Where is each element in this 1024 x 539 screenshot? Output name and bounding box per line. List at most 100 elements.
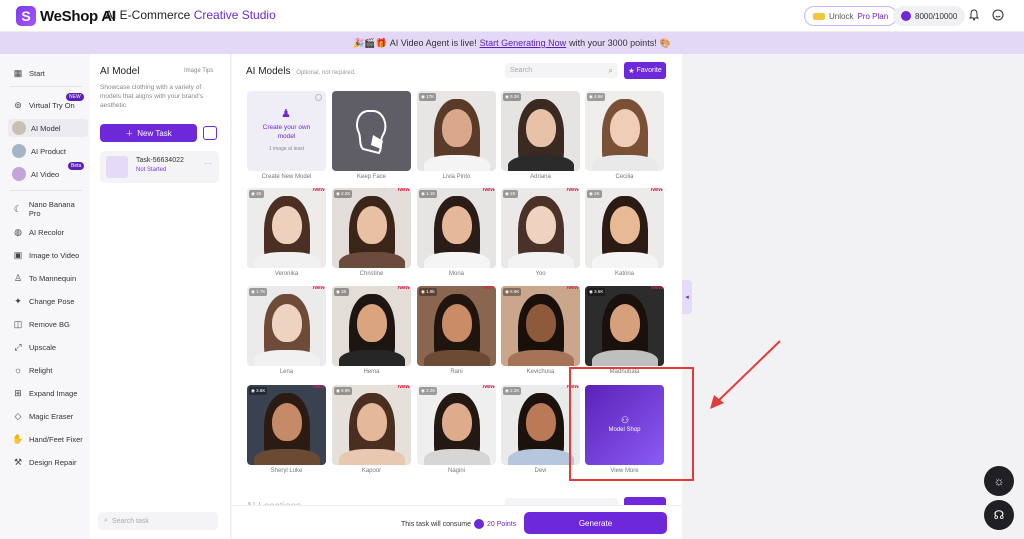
usage-count: ◉ 6.9K	[334, 387, 353, 395]
nav-image-to-video[interactable]: ▣ Image to Video	[8, 246, 88, 264]
star-icon: ★	[628, 67, 635, 75]
model-name: Cecilia	[615, 174, 634, 180]
nav-relight[interactable]: ☼ Relight	[8, 361, 88, 379]
nav-ai-model[interactable]: AI Model	[8, 119, 88, 137]
model-card[interactable]: ◉ 3.6K New	[585, 286, 664, 366]
usage-count: ◉ 3K	[334, 288, 349, 296]
banner-link[interactable]: Start Generating Now	[480, 38, 567, 48]
hanger-icon: ⊚	[14, 99, 22, 110]
model-search-input[interactable]: Search ⌕	[505, 63, 618, 78]
upscale-icon: ⤢	[14, 341, 22, 352]
usage-count: ◉ 1.9k	[419, 288, 437, 296]
model-face	[609, 205, 640, 244]
model-body	[591, 252, 658, 268]
model-card[interactable]: ◉ 4.6K	[585, 91, 664, 171]
create-model-card[interactable]: ♟ Create your own model 1 image at least	[247, 91, 326, 171]
search-icon: ⌕	[104, 517, 108, 524]
model-body	[507, 350, 574, 366]
image-tips-link[interactable]: Image Tips	[184, 68, 213, 74]
model-card[interactable]: ◉ 3.6K New	[247, 385, 326, 465]
nav-change-pose[interactable]: ✦ Change Pose	[8, 292, 88, 310]
generate-button[interactable]: Generate	[524, 512, 667, 534]
nav-remove-bg[interactable]: ◫ Remove BG	[8, 315, 88, 333]
usage-count: ◉ 2.2K	[334, 190, 353, 198]
right-area	[682, 54, 1024, 539]
nav-nano-banana[interactable]: ☾ Nano Banana Pro	[8, 200, 88, 218]
points-balance[interactable]: 8000/10000	[893, 6, 966, 26]
model-card[interactable]: ◉ 3K New	[247, 188, 326, 268]
task-card[interactable]: Task-56634022 Not Started ···	[100, 151, 219, 183]
panel-title: AI Model	[100, 66, 140, 77]
collapse-panel-icon[interactable]: ◂	[682, 280, 692, 314]
model-face	[356, 205, 387, 244]
model-body	[338, 350, 405, 366]
model-face	[356, 303, 387, 342]
nav-hand-feet-fixer[interactable]: ✋ Hand/Feet Fixer	[8, 430, 88, 448]
panel-description: Showcase clothing with a variety of mode…	[100, 84, 204, 109]
model-card[interactable]: ◉ 1.7K New	[247, 286, 326, 366]
model-body	[253, 449, 320, 465]
new-badge: New	[650, 286, 663, 291]
model-face	[271, 402, 302, 441]
banana-icon: ☾	[13, 203, 22, 214]
highlight-box	[569, 367, 694, 481]
usage-count: ◉ 1.1K	[419, 190, 438, 198]
eraser-icon: ◇	[14, 410, 22, 421]
create-model-subtext: 1 image at least	[268, 146, 305, 152]
model-card[interactable]: ◉ 6.9K New	[501, 286, 580, 366]
usage-count: ◉ 3.6K	[249, 387, 268, 395]
bell-icon[interactable]	[968, 9, 980, 21]
model-card[interactable]: ◉ 3K New	[332, 286, 411, 366]
mannequin-icon: ♙	[13, 272, 23, 283]
task-name: Task-56634022	[136, 157, 184, 164]
model-card[interactable]: ◉ 1.9k New	[417, 286, 496, 366]
logo[interactable]: S WeShop AI	[16, 6, 116, 26]
usage-count: ◉ 2.2K	[419, 387, 438, 395]
model-card[interactable]: ◉ 2.2K New	[417, 385, 496, 465]
usage-count: ◉ 2K	[587, 190, 602, 198]
nav-magic-eraser[interactable]: ◇ Magic Eraser	[8, 407, 88, 425]
model-card[interactable]: ◉ 1.1K New	[417, 188, 496, 268]
new-task-button[interactable]: ＋ New Task	[100, 124, 197, 142]
model-name: Adriana	[530, 174, 551, 180]
favorite-button[interactable]: ★ Favorite	[624, 62, 666, 79]
ai-product-thumb	[12, 144, 26, 158]
nav-ai-product[interactable]: AI Product	[8, 142, 88, 160]
model-name: Keep Face	[356, 174, 387, 180]
model-card[interactable]: ◉ 2K New	[585, 188, 664, 268]
model-card[interactable]: ◉ 2K New	[501, 188, 580, 268]
more-icon[interactable]: ···	[204, 159, 212, 168]
info-icon[interactable]	[315, 94, 322, 101]
nav-ai-recolor[interactable]: ◍ AI Recolor	[8, 223, 88, 241]
create-model-text: Create your own model	[262, 124, 311, 140]
support-icon[interactable]: ☊	[984, 500, 1014, 530]
copy-task-icon[interactable]	[203, 126, 217, 140]
keep-face-card[interactable]	[332, 91, 411, 171]
model-card[interactable]: ◉ 17K	[417, 91, 496, 171]
search-task-input[interactable]: ⌕ Search task	[98, 512, 218, 530]
usage-count: ◉ 1.7K	[249, 288, 268, 296]
bulb-icon[interactable]: ☼	[984, 466, 1014, 496]
search-icon: ⌕	[608, 66, 613, 75]
hand-icon: ✋	[12, 433, 24, 444]
unlock-pro-button[interactable]: Unlock Pro Plan	[804, 6, 898, 26]
model-card[interactable]: ◉ 6.9K New	[332, 385, 411, 465]
nav-to-mannequin[interactable]: ♙ To Mannequin	[8, 269, 88, 287]
new-badge: New	[312, 188, 325, 193]
nav-design-repair[interactable]: ⚒ Design Repair	[8, 453, 88, 471]
model-name: Sheryl Luke	[270, 468, 303, 474]
top-bar: S WeShop AI AI E-Commerce Creative Studi…	[0, 0, 1024, 32]
model-card[interactable]: ◉ 5.3K	[501, 91, 580, 171]
model-face	[609, 303, 640, 342]
nav-start[interactable]: ▦ Start	[8, 64, 88, 82]
nav-upscale[interactable]: ⤢ Upscale	[8, 338, 88, 356]
task-status: Not Started	[136, 167, 167, 173]
grid-icon: ▦	[13, 67, 23, 78]
model-card[interactable]: ◉ 2.2K New	[332, 188, 411, 268]
model-body	[423, 449, 490, 465]
account-icon[interactable]	[992, 9, 1004, 21]
divider	[10, 86, 82, 87]
model-body	[423, 155, 490, 171]
nav-expand-image[interactable]: ⊞ Expand Image	[8, 384, 88, 402]
new-badge: New	[312, 385, 325, 390]
